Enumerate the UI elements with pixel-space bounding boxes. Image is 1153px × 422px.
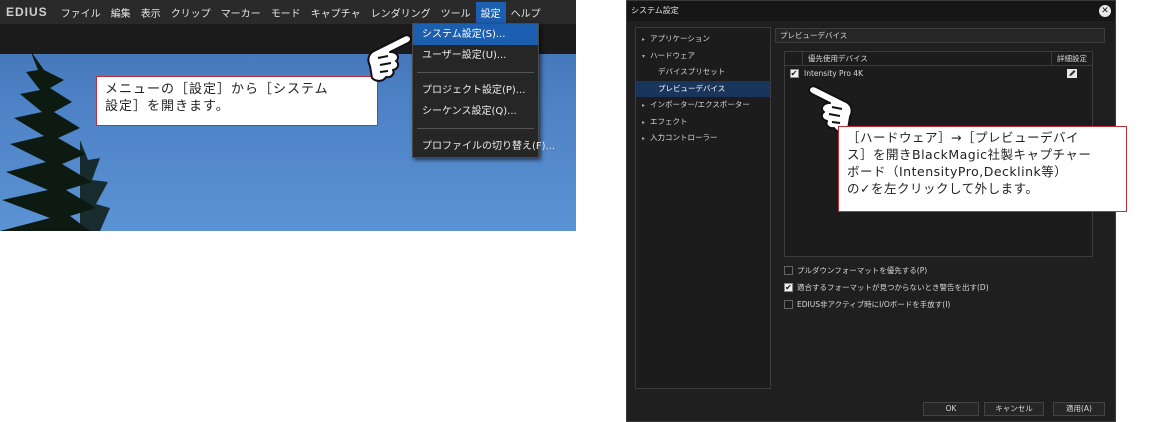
tree-label: エフェクト [650,116,688,126]
edius-screenshot: EDIUS ファイル 編集 表示 クリップ マーカー モード キャプチャ レンダ… [0,0,576,231]
settings-dropdown: システム設定(S)... ユーザー設定(U)... プロジェクト設定(P)...… [412,23,555,158]
expand-arrow-icon: ▸ [642,118,646,126]
callout-line: メニューの［設定］から［システム [105,82,329,97]
menu-separator [417,72,534,73]
expand-arrow-icon: ▸ [642,36,646,43]
cancel-button[interactable]: キャンセル [984,402,1044,416]
collapse-arrow-icon: ▾ [642,52,646,60]
menu-bar: EDIUS ファイル 編集 表示 クリップ マーカー モード キャプチャ レンダ… [0,0,576,24]
row-check-cell: ✔ [785,69,803,78]
option-label: 適合するフォーマットが見つからないとき警告を出す(D) [797,283,989,292]
close-icon[interactable]: ✕ [1099,5,1111,17]
menu-capture[interactable]: キャプチャ [306,2,366,23]
menu-clip[interactable]: クリップ [166,2,216,23]
tree-label: ハードウェア [650,50,695,60]
instruction-callout: ［ハードウェア］→［プレビューデバイ ス］を開きBlackMagic社製キャプチ… [838,126,1127,212]
tree-label: アプリケーション [650,34,710,43]
dialog-title-bar: システム設定 ✕ [627,1,1115,21]
dialog-title: システム設定 [631,6,679,15]
menu-item-switch-profile[interactable]: プロファイルの切り替え(F)... [413,136,555,157]
device-checkbox[interactable]: ✔ [789,69,799,78]
tree-item-device-preset[interactable]: デバイスプリセット [636,64,770,81]
pointing-hand-icon [367,34,412,82]
menu-file[interactable]: ファイル [56,2,106,23]
callout-line: ス］を開きBlackMagic社製キャプチャー [847,147,1092,162]
tree-item-application[interactable]: ▸ アプリケーション [636,31,770,48]
row-detail-cell [1052,69,1092,78]
option-pulldown[interactable]: プルダウンフォーマットを優先する(P) [784,265,927,276]
menu-item-project-settings[interactable]: プロジェクト設定(P)... [413,80,538,101]
menu-help[interactable]: ヘルプ [506,2,546,23]
menu-mode[interactable]: モード [266,2,306,23]
expand-arrow-icon: ▸ [642,102,646,109]
edit-icon[interactable] [1067,69,1077,78]
option-label: プルダウンフォーマットを優先する(P) [797,266,928,275]
tree-silhouette [0,50,110,231]
tree-item-input-controller[interactable]: ▸ 入力コントローラー [636,130,770,147]
instruction-callout: メニューの［設定］から［システム 設定］を開きます。 [96,76,378,126]
header-detail[interactable]: 詳細設定 [1052,52,1092,65]
app-logo: EDIUS [6,5,48,19]
ok-button[interactable]: OK [923,402,979,416]
device-name: Intensity Pro 4K [804,69,864,78]
callout-line: ボード（IntensityPro,Decklink等） [847,164,1068,179]
menu-edit[interactable]: 編集 [106,2,136,23]
tree-item-effect[interactable]: ▸ エフェクト [636,114,770,131]
menu-marker[interactable]: マーカー [216,2,266,23]
apply-button[interactable]: 適用(A) [1053,402,1105,416]
option-warn[interactable]: ✔ 適合するフォーマットが見つからないとき警告を出す(D) [784,282,989,293]
tree-item-preview-device[interactable]: プレビューデバイス [636,80,770,97]
tree-label: 入力コントローラー [650,133,718,142]
menu-item-user-settings[interactable]: ユーザー設定(U)... [413,45,538,66]
option-label: EDIUS非アクティブ時にI/Oボードを手放す(I) [797,300,951,309]
warn-checkbox[interactable]: ✔ [784,283,793,292]
header-device[interactable]: 優先使用デバイス [803,52,1052,65]
menu-item-sequence-settings[interactable]: シーケンス設定(Q)... [413,101,538,122]
table-header: 優先使用デバイス 詳細設定 [785,52,1092,66]
callout-line: 設定］を開きます。 [105,99,230,114]
tree-item-importer-exporter[interactable]: ▸ インポーター/エクスポーター [636,97,770,114]
release-checkbox[interactable] [784,300,793,309]
settings-tree: ▸ アプリケーション ▾ ハードウェア デバイスプリセット プレビューデバイス ▸ イ… [635,27,771,389]
menu-view[interactable]: 表示 [136,2,166,23]
menu-item-system-settings[interactable]: システム設定(S)... [413,24,538,45]
header-check-col [785,52,803,65]
tree-item-hardware[interactable]: ▾ ハードウェア [636,48,770,65]
pulldown-checkbox[interactable] [784,266,793,275]
tree-label: インポーター/エクスポーター [650,100,750,109]
menu-settings[interactable]: 設定 [475,1,506,23]
menu-separator [417,128,534,129]
menu-tools[interactable]: ツール [436,2,476,23]
content-title: プレビューデバイス [775,28,1105,43]
callout-line: の✓を左クリックして外します。 [847,181,1039,196]
expand-arrow-icon: ▸ [642,135,646,142]
option-release-io[interactable]: EDIUS非アクティブ時にI/Oボードを手放す(I) [784,299,950,310]
callout-line: ［ハードウェア］→［プレビューデバイ [847,130,1079,145]
menu-render[interactable]: レンダリング [366,2,436,23]
